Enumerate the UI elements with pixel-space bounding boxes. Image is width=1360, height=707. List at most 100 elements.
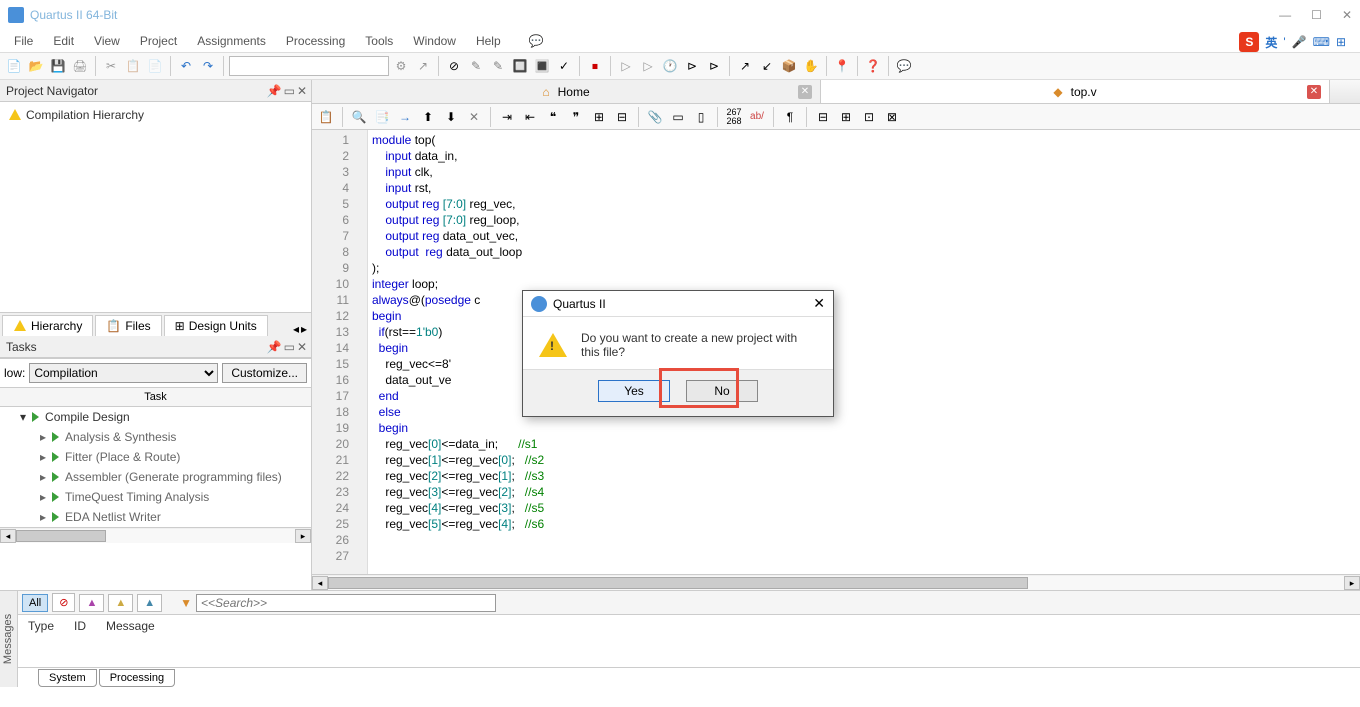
- tab-files[interactable]: 📋Files: [95, 315, 161, 336]
- customize-button[interactable]: Customize...: [222, 363, 307, 383]
- format2-icon[interactable]: ⊟: [612, 107, 632, 127]
- wand-icon[interactable]: ✎: [466, 56, 486, 76]
- ab-icon[interactable]: ab/: [747, 107, 767, 127]
- task-analysis[interactable]: ▸Analysis & Synthesis: [0, 427, 311, 447]
- compilation-hierarchy-item[interactable]: Compilation Hierarchy: [6, 106, 305, 124]
- dock-icon[interactable]: ▭: [284, 340, 295, 354]
- ed-tool-icon[interactable]: 📋: [316, 107, 336, 127]
- ime-punct-icon[interactable]: ': [1283, 35, 1285, 49]
- doc-check-icon[interactable]: ✓: [554, 56, 574, 76]
- fold-icon[interactable]: ⊟: [813, 107, 833, 127]
- tab-arrow-right-icon[interactable]: ▸: [301, 322, 307, 336]
- bookmark-next-icon[interactable]: ⬇: [441, 107, 461, 127]
- tab-arrow-left-icon[interactable]: ◂: [293, 322, 299, 336]
- task-fitter[interactable]: ▸Fitter (Place & Route): [0, 447, 311, 467]
- ws-icon[interactable]: ¶: [780, 107, 800, 127]
- indent-icon[interactable]: ⇥: [497, 107, 517, 127]
- cut-icon[interactable]: ✂: [101, 56, 121, 76]
- feedback2-icon[interactable]: 💬: [894, 56, 914, 76]
- filter-funnel-icon[interactable]: ▼: [180, 596, 192, 610]
- task-compile-design[interactable]: ▾Compile Design: [0, 407, 311, 427]
- ime-logo-icon[interactable]: S: [1239, 32, 1259, 52]
- redo-icon[interactable]: ↷: [198, 56, 218, 76]
- menu-file[interactable]: File: [6, 32, 41, 50]
- menu-help[interactable]: Help: [468, 32, 509, 50]
- tab-system[interactable]: System: [38, 669, 97, 687]
- play-icon[interactable]: ▷: [616, 56, 636, 76]
- format-icon[interactable]: ⊞: [589, 107, 609, 127]
- undo-icon[interactable]: ↶: [176, 56, 196, 76]
- pin-icon[interactable]: 📍: [832, 56, 852, 76]
- gate-icon[interactable]: ⊳: [682, 56, 702, 76]
- menu-window[interactable]: Window: [405, 32, 464, 50]
- fold2-icon[interactable]: ⊡: [859, 107, 879, 127]
- tab-processing[interactable]: Processing: [99, 669, 175, 687]
- unfold2-icon[interactable]: ⊠: [882, 107, 902, 127]
- open-icon[interactable]: 📂: [26, 56, 46, 76]
- ime-lang[interactable]: 英: [1265, 34, 1277, 51]
- window-icon[interactable]: ▭: [668, 107, 688, 127]
- unfold-icon[interactable]: ⊞: [836, 107, 856, 127]
- clock-icon[interactable]: 🕐: [660, 56, 680, 76]
- import-icon[interactable]: ↙: [757, 56, 777, 76]
- close-panel-icon[interactable]: ✕: [297, 84, 307, 98]
- code-editor[interactable]: 1234567891011121314151617181920212223242…: [312, 130, 1360, 574]
- close-button[interactable]: ✕: [1342, 8, 1352, 22]
- bookmark-clear-icon[interactable]: ✕: [464, 107, 484, 127]
- filter-critical-icon[interactable]: ▲: [79, 594, 104, 612]
- flow-select[interactable]: Compilation: [29, 363, 218, 383]
- comment-icon[interactable]: ❝: [543, 107, 563, 127]
- project-combo[interactable]: [229, 56, 389, 76]
- dock-icon[interactable]: ▭: [284, 84, 295, 98]
- arrow-icon[interactable]: →: [395, 107, 415, 127]
- close-tab-icon[interactable]: ✕: [798, 85, 812, 99]
- menu-project[interactable]: Project: [132, 32, 185, 50]
- filter-warning-icon[interactable]: ▲: [108, 594, 133, 612]
- chip2-icon[interactable]: 🔳: [532, 56, 552, 76]
- task-timequest[interactable]: ▸TimeQuest Timing Analysis: [0, 487, 311, 507]
- editor-scroll-h[interactable]: ◂▸: [312, 574, 1360, 590]
- dialog-close-icon[interactable]: ✕: [813, 295, 825, 312]
- play2-icon[interactable]: ▷: [638, 56, 658, 76]
- tab-topv[interactable]: ◆ top.v ✕: [821, 80, 1330, 103]
- menu-assignments[interactable]: Assignments: [189, 32, 274, 50]
- minimize-button[interactable]: —: [1279, 8, 1291, 22]
- tab-home[interactable]: ⌂ Home ✕: [312, 80, 821, 103]
- find-icon[interactable]: 🔍: [349, 107, 369, 127]
- close-panel-icon[interactable]: ✕: [297, 340, 307, 354]
- bookmark-prev-icon[interactable]: ⬆: [418, 107, 438, 127]
- ime-keyboard-icon[interactable]: ⌨: [1313, 35, 1330, 49]
- export-icon[interactable]: ↗: [735, 56, 755, 76]
- gate2-icon[interactable]: ⊳: [704, 56, 724, 76]
- new-icon[interactable]: 📄: [4, 56, 24, 76]
- task-assembler[interactable]: ▸Assembler (Generate programming files): [0, 467, 311, 487]
- maximize-button[interactable]: ☐: [1311, 8, 1322, 22]
- no-button[interactable]: No: [686, 380, 758, 402]
- attach-icon[interactable]: 📎: [645, 107, 665, 127]
- messages-vert-tab[interactable]: Messages: [0, 591, 18, 687]
- stop-icon[interactable]: ⏹: [585, 56, 605, 76]
- tab-hierarchy[interactable]: Hierarchy: [2, 315, 93, 336]
- copy-icon[interactable]: 📋: [123, 56, 143, 76]
- filter-all-button[interactable]: All: [22, 594, 48, 612]
- print-icon[interactable]: 🖨: [70, 56, 90, 76]
- ime-mic-icon[interactable]: 🎤: [1292, 35, 1307, 49]
- compile-stop-icon[interactable]: ⊘: [444, 56, 464, 76]
- task-eda[interactable]: ▸EDA Netlist Writer: [0, 507, 311, 527]
- yes-button[interactable]: Yes: [598, 380, 670, 402]
- combo-settings-icon[interactable]: ⚙: [391, 56, 411, 76]
- save-icon[interactable]: 💾: [48, 56, 68, 76]
- menu-view[interactable]: View: [86, 32, 128, 50]
- menu-tools[interactable]: Tools: [357, 32, 401, 50]
- wand2-icon[interactable]: ✎: [488, 56, 508, 76]
- pin-icon[interactable]: 📌: [267, 84, 282, 98]
- menu-processing[interactable]: Processing: [278, 32, 353, 50]
- help-icon[interactable]: ❓: [863, 56, 883, 76]
- left-scroll-h[interactable]: ◂▸: [0, 527, 311, 543]
- archive-icon[interactable]: 📦: [779, 56, 799, 76]
- chip-icon[interactable]: 🔲: [510, 56, 530, 76]
- uncomment-icon[interactable]: ❞: [566, 107, 586, 127]
- filter-info-icon[interactable]: ▲: [137, 594, 162, 612]
- close-tab-icon[interactable]: ✕: [1307, 85, 1321, 99]
- ime-grid-icon[interactable]: ⊞: [1336, 35, 1346, 49]
